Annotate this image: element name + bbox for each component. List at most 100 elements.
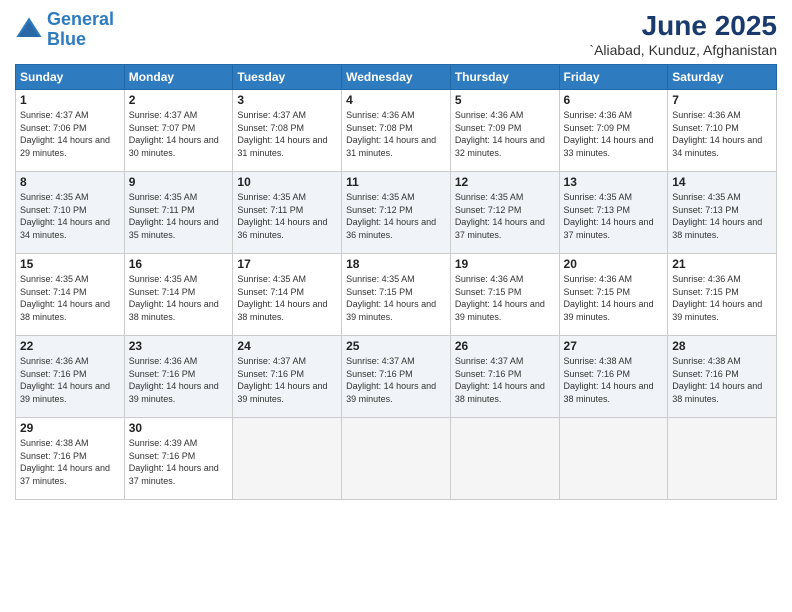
location-title: `Aliabad, Kunduz, Afghanistan [589,42,777,58]
day-info: Sunrise: 4:35 AMSunset: 7:13 PMDaylight:… [672,191,772,241]
calendar-cell: 27 Sunrise: 4:38 AMSunset: 7:16 PMDayligh… [559,336,668,418]
calendar-cell [342,418,451,500]
weekday-wednesday: Wednesday [342,65,451,90]
day-info: Sunrise: 4:38 AMSunset: 7:16 PMDaylight:… [672,355,772,405]
day-info: Sunrise: 4:36 AMSunset: 7:16 PMDaylight:… [20,355,120,405]
day-info: Sunrise: 4:36 AMSunset: 7:15 PMDaylight:… [455,273,555,323]
calendar-cell: 10Sunrise: 4:35 AMSunset: 7:11 PMDayligh… [233,172,342,254]
day-number: 20 [564,257,664,271]
calendar-cell: 16Sunrise: 4:35 AMSunset: 7:14 PMDayligh… [124,254,233,336]
day-number: 16 [129,257,229,271]
day-number: 11 [346,175,446,189]
day-number: 27 [564,339,664,353]
day-info: Sunrise: 4:38 AMSunset: 7:16 PMDaylight:… [564,355,664,405]
weekday-sunday: Sunday [16,65,125,90]
calendar-week-4: 22 Sunrise: 4:36 AMSunset: 7:16 PMDayligh… [16,336,777,418]
day-number: 17 [237,257,337,271]
title-block: June 2025 `Aliabad, Kunduz, Afghanistan [589,10,777,58]
day-info: Sunrise: 4:36 AMSunset: 7:09 PMDaylight:… [455,109,555,159]
day-number: 3 [237,93,337,107]
day-info: Sunrise: 4:37 AMSunset: 7:16 PMDaylight:… [346,355,446,405]
calendar-week-1: 1Sunrise: 4:37 AMSunset: 7:06 PMDaylight… [16,90,777,172]
calendar-cell [233,418,342,500]
calendar-cell: 17 Sunrise: 4:35 AMSunset: 7:14 PMDayligh… [233,254,342,336]
day-number: 21 [672,257,772,271]
day-info: Sunrise: 4:36 AMSunset: 7:10 PMDaylight:… [672,109,772,159]
day-info: Sunrise: 4:35 AMSunset: 7:14 PMDaylight:… [237,273,337,323]
day-info: Sunrise: 4:35 AMSunset: 7:14 PMDaylight:… [20,273,120,323]
day-info: Sunrise: 4:35 AMSunset: 7:11 PMDaylight:… [129,191,229,241]
weekday-saturday: Saturday [668,65,777,90]
calendar-cell: 9 Sunrise: 4:35 AMSunset: 7:11 PMDaylight… [124,172,233,254]
calendar-cell: 15 Sunrise: 4:35 AMSunset: 7:14 PMDayligh… [16,254,125,336]
calendar-cell: 3 Sunrise: 4:37 AMSunset: 7:08 PMDaylight… [233,90,342,172]
logo: General Blue [15,10,114,50]
day-info: Sunrise: 4:36 AMSunset: 7:15 PMDaylight:… [564,273,664,323]
day-number: 7 [672,93,772,107]
day-info: Sunrise: 4:38 AMSunset: 7:16 PMDaylight:… [20,437,120,487]
weekday-thursday: Thursday [450,65,559,90]
day-info: Sunrise: 4:36 AMSunset: 7:08 PMDaylight:… [346,109,446,159]
day-number: 19 [455,257,555,271]
weekday-header-row: SundayMondayTuesdayWednesdayThursdayFrid… [16,65,777,90]
day-number: 22 [20,339,120,353]
logo-blue: Blue [47,29,86,49]
day-info: Sunrise: 4:37 AMSunset: 7:16 PMDaylight:… [237,355,337,405]
day-info: Sunrise: 4:36 AMSunset: 7:16 PMDaylight:… [129,355,229,405]
day-info: Sunrise: 4:37 AMSunset: 7:07 PMDaylight:… [129,109,229,159]
calendar-cell: 24 Sunrise: 4:37 AMSunset: 7:16 PMDayligh… [233,336,342,418]
day-number: 15 [20,257,120,271]
weekday-monday: Monday [124,65,233,90]
calendar-cell [450,418,559,500]
day-number: 30 [129,421,229,435]
calendar-cell: 20 Sunrise: 4:36 AMSunset: 7:15 PMDayligh… [559,254,668,336]
day-number: 5 [455,93,555,107]
month-title: June 2025 [589,10,777,42]
calendar-week-2: 8 Sunrise: 4:35 AMSunset: 7:10 PMDaylight… [16,172,777,254]
day-info: Sunrise: 4:35 AMSunset: 7:12 PMDaylight:… [346,191,446,241]
day-number: 2 [129,93,229,107]
day-info: Sunrise: 4:35 AMSunset: 7:13 PMDaylight:… [564,191,664,241]
calendar-cell [668,418,777,500]
day-number: 14 [672,175,772,189]
calendar-cell: 7 Sunrise: 4:36 AMSunset: 7:10 PMDaylight… [668,90,777,172]
day-number: 23 [129,339,229,353]
day-info: Sunrise: 4:36 AMSunset: 7:09 PMDaylight:… [564,109,664,159]
calendar-cell: 30 Sunrise: 4:39 AMSunset: 7:16 PMDayligh… [124,418,233,500]
day-number: 28 [672,339,772,353]
calendar-week-5: 29 Sunrise: 4:38 AMSunset: 7:16 PMDayligh… [16,418,777,500]
day-number: 24 [237,339,337,353]
calendar-header: SundayMondayTuesdayWednesdayThursdayFrid… [16,65,777,90]
calendar-cell: 25Sunrise: 4:37 AMSunset: 7:16 PMDayligh… [342,336,451,418]
calendar-cell: 28 Sunrise: 4:38 AMSunset: 7:16 PMDayligh… [668,336,777,418]
calendar: SundayMondayTuesdayWednesdayThursdayFrid… [15,64,777,500]
day-info: Sunrise: 4:35 AMSunset: 7:12 PMDaylight:… [455,191,555,241]
calendar-cell: 14 Sunrise: 4:35 AMSunset: 7:13 PMDayligh… [668,172,777,254]
calendar-cell: 29 Sunrise: 4:38 AMSunset: 7:16 PMDayligh… [16,418,125,500]
calendar-cell: 23 Sunrise: 4:36 AMSunset: 7:16 PMDayligh… [124,336,233,418]
calendar-body: 1Sunrise: 4:37 AMSunset: 7:06 PMDaylight… [16,90,777,500]
header: General Blue June 2025 `Aliabad, Kunduz,… [15,10,777,58]
calendar-cell: 1Sunrise: 4:37 AMSunset: 7:06 PMDaylight… [16,90,125,172]
day-number: 4 [346,93,446,107]
day-number: 12 [455,175,555,189]
page: General Blue June 2025 `Aliabad, Kunduz,… [0,0,792,612]
weekday-tuesday: Tuesday [233,65,342,90]
day-number: 29 [20,421,120,435]
day-info: Sunrise: 4:35 AMSunset: 7:10 PMDaylight:… [20,191,120,241]
day-number: 9 [129,175,229,189]
calendar-week-3: 15 Sunrise: 4:35 AMSunset: 7:14 PMDayligh… [16,254,777,336]
day-number: 26 [455,339,555,353]
day-info: Sunrise: 4:39 AMSunset: 7:16 PMDaylight:… [129,437,229,487]
calendar-cell: 12 Sunrise: 4:35 AMSunset: 7:12 PMDayligh… [450,172,559,254]
calendar-cell: 18Sunrise: 4:35 AMSunset: 7:15 PMDayligh… [342,254,451,336]
day-info: Sunrise: 4:35 AMSunset: 7:15 PMDaylight:… [346,273,446,323]
day-number: 8 [20,175,120,189]
calendar-cell: 13Sunrise: 4:35 AMSunset: 7:13 PMDayligh… [559,172,668,254]
weekday-friday: Friday [559,65,668,90]
day-info: Sunrise: 4:37 AMSunset: 7:16 PMDaylight:… [455,355,555,405]
calendar-cell: 5 Sunrise: 4:36 AMSunset: 7:09 PMDaylight… [450,90,559,172]
day-info: Sunrise: 4:37 AMSunset: 7:08 PMDaylight:… [237,109,337,159]
day-info: Sunrise: 4:35 AMSunset: 7:11 PMDaylight:… [237,191,337,241]
day-info: Sunrise: 4:37 AMSunset: 7:06 PMDaylight:… [20,109,120,159]
